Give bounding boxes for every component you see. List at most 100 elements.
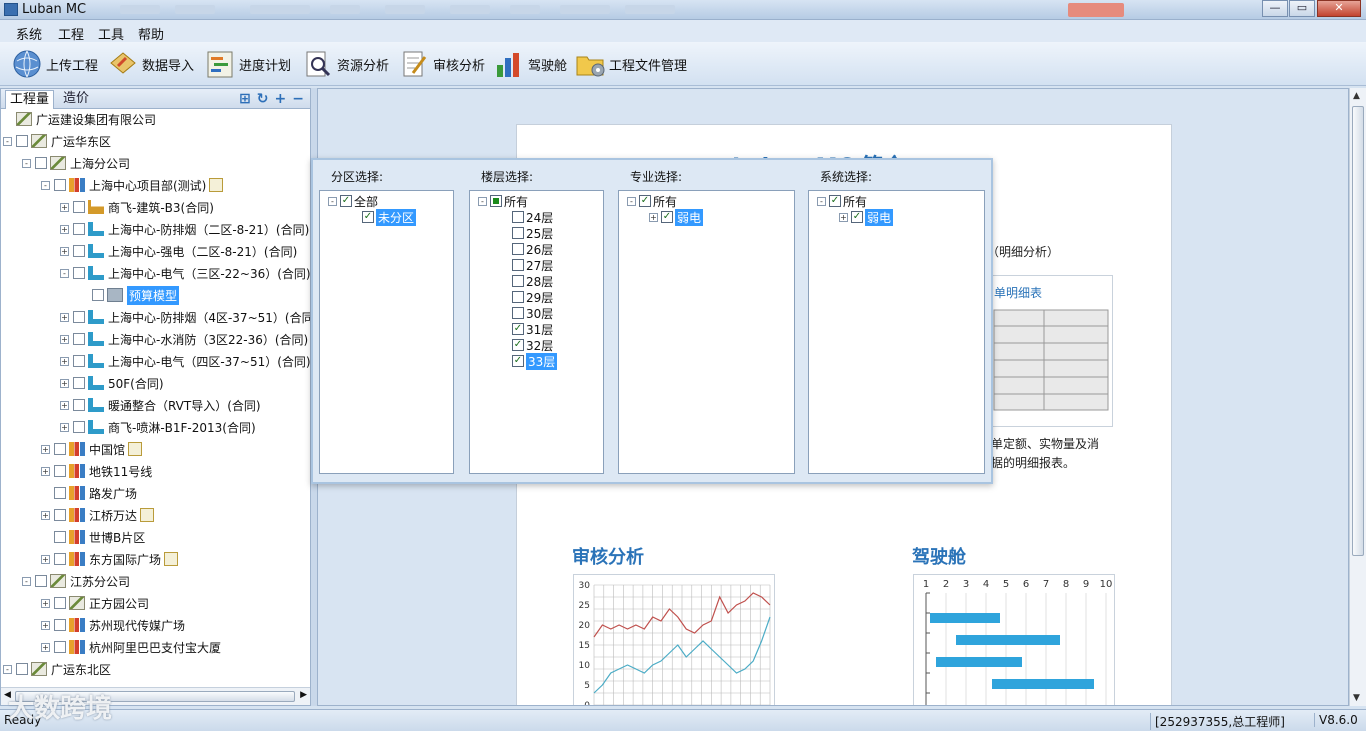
expand-icon[interactable]: +: [60, 202, 69, 212]
tree-node[interactable]: + 地铁11号线: [41, 461, 152, 481]
filter-item[interactable]: ✓ 33层: [500, 352, 558, 370]
tree-node[interactable]: - 上海中心项目部(测试): [41, 175, 224, 195]
filter-item[interactable]: ✓ 32层: [500, 337, 553, 353]
tree-checkbox[interactable]: [73, 201, 85, 213]
expand-icon[interactable]: +: [60, 422, 69, 432]
tab-quantity[interactable]: 工程量: [5, 90, 55, 109]
filter-checkbox[interactable]: [512, 243, 524, 255]
expand-icon[interactable]: +: [60, 224, 69, 234]
filter-checkbox[interactable]: ✓: [829, 195, 841, 207]
content-vertical-scrollbar[interactable]: ▲ ▼: [1349, 88, 1366, 706]
tree-checkbox[interactable]: [54, 641, 66, 653]
tree-node[interactable]: + 商飞-建筑-B3(合同): [60, 197, 214, 217]
tree-checkbox[interactable]: [73, 223, 85, 235]
filter-item[interactable]: + ✓ 弱电: [839, 208, 894, 226]
collapse-icon[interactable]: -: [3, 136, 12, 146]
tree-node[interactable]: + 杭州阿里巴巴支付宝大厦: [41, 637, 221, 657]
tree-node[interactable]: + 江桥万达: [41, 505, 155, 525]
collapse-icon[interactable]: -: [22, 158, 31, 168]
tree-checkbox[interactable]: [73, 399, 85, 411]
filter-item[interactable]: 28层: [500, 273, 553, 289]
filter-item[interactable]: 27层: [500, 257, 553, 273]
tree-node[interactable]: + 上海中心-防排烟（二区-8-21）(合同): [60, 219, 309, 239]
tree-checkbox[interactable]: [54, 553, 66, 565]
tree-node[interactable]: + 苏州现代传媒广场: [41, 615, 185, 635]
collapse-icon[interactable]: -: [627, 196, 636, 206]
expand-icon[interactable]: +: [60, 334, 69, 344]
tree-node[interactable]: + 上海中心-电气（四区-37~51）(合同): [60, 351, 310, 371]
tree-node[interactable]: + 正方园公司: [41, 593, 149, 613]
add-icon[interactable]: +: [275, 91, 287, 107]
tab-cost[interactable]: 造价: [59, 90, 93, 109]
tree-checkbox[interactable]: [16, 135, 28, 147]
filter-checkbox[interactable]: [512, 307, 524, 319]
collapse-icon[interactable]: -: [41, 180, 50, 190]
filter-checkbox[interactable]: ✓: [340, 195, 352, 207]
filter-checkbox[interactable]: [490, 195, 502, 207]
tree-node[interactable]: +50F(合同): [60, 373, 164, 393]
scroll-right-icon[interactable]: ▶: [300, 690, 307, 700]
expand-icon[interactable]: +: [41, 620, 50, 630]
filter-item[interactable]: 25层: [500, 225, 553, 241]
expand-icon[interactable]: +: [60, 246, 69, 256]
expand-icon[interactable]: +: [41, 598, 50, 608]
schedule-button[interactable]: 进度计划: [205, 48, 291, 80]
filter-item[interactable]: ✓ 未分区: [350, 208, 417, 226]
filter-checkbox[interactable]: ✓: [512, 355, 524, 367]
tree-node[interactable]: - 广运华东区: [3, 131, 111, 151]
tree-checkbox[interactable]: [73, 377, 85, 389]
filter-checkbox[interactable]: ✓: [362, 211, 374, 223]
data-import-button[interactable]: 数据导入: [108, 48, 194, 80]
scroll-down-icon[interactable]: ▼: [1353, 693, 1360, 703]
tree-checkbox[interactable]: [73, 245, 85, 257]
collapse-icon[interactable]: -: [22, 576, 31, 586]
menu-help[interactable]: 帮助: [138, 24, 164, 43]
refresh-icon[interactable]: ↻: [257, 91, 269, 107]
menu-system[interactable]: 系统: [16, 24, 42, 43]
tree-checkbox[interactable]: [35, 575, 47, 587]
tree-node[interactable]: + 上海中心-防排烟（4区-37~51）(合同): [60, 307, 310, 327]
report-doc-icon[interactable]: [128, 442, 143, 456]
tree-structure-icon[interactable]: ⊞: [239, 91, 251, 107]
report-doc-icon[interactable]: [140, 508, 155, 522]
tree-node[interactable]: 预算模型: [79, 285, 180, 305]
tree-node[interactable]: + 上海中心-水消防（3区22-36）(合同): [60, 329, 308, 349]
scroll-up-icon[interactable]: ▲: [1353, 91, 1360, 101]
filter-item[interactable]: ✓ 31层: [500, 321, 553, 337]
filter-checkbox[interactable]: [512, 275, 524, 287]
filter-checkbox[interactable]: [512, 211, 524, 223]
upload-project-button[interactable]: 上传工程: [12, 48, 98, 80]
tree-checkbox[interactable]: [73, 333, 85, 345]
filter-checkbox[interactable]: [512, 227, 524, 239]
tree-checkbox[interactable]: [54, 487, 66, 499]
expand-icon[interactable]: +: [649, 212, 658, 222]
menu-tools[interactable]: 工具: [98, 24, 124, 43]
expand-icon[interactable]: +: [60, 312, 69, 322]
filter-checkbox[interactable]: ✓: [512, 323, 524, 335]
collapse-icon[interactable]: -: [817, 196, 826, 206]
filter-checkbox[interactable]: [512, 259, 524, 271]
tree-checkbox[interactable]: [35, 157, 47, 169]
tree-checkbox[interactable]: [73, 355, 85, 367]
filter-item[interactable]: - 所有: [478, 193, 528, 209]
minimize-button[interactable]: —: [1262, 0, 1288, 17]
audit-analysis-button[interactable]: 审核分析: [399, 48, 485, 80]
tree-checkbox[interactable]: [73, 267, 85, 279]
collapse-icon[interactable]: -: [60, 268, 69, 278]
filter-item[interactable]: - ✓ 所有: [627, 193, 677, 209]
report-doc-icon[interactable]: [209, 178, 224, 192]
tree-checkbox[interactable]: [16, 663, 28, 675]
filter-item[interactable]: - ✓ 所有: [817, 193, 867, 209]
expand-icon[interactable]: +: [41, 510, 50, 520]
collapse-icon[interactable]: -: [328, 196, 337, 206]
tree-node[interactable]: 世博B片区: [41, 527, 145, 547]
tree-checkbox[interactable]: [92, 289, 104, 301]
tree-checkbox[interactable]: [54, 531, 66, 543]
tree-node[interactable]: - 江苏分公司: [22, 571, 130, 591]
expand-icon[interactable]: +: [41, 444, 50, 454]
filter-item[interactable]: - ✓ 全部: [328, 193, 378, 209]
filter-item[interactable]: 29层: [500, 289, 553, 305]
tree-node[interactable]: + 中国馆: [41, 439, 143, 459]
collapse-icon[interactable]: -: [478, 196, 487, 206]
expand-icon[interactable]: +: [41, 554, 50, 564]
